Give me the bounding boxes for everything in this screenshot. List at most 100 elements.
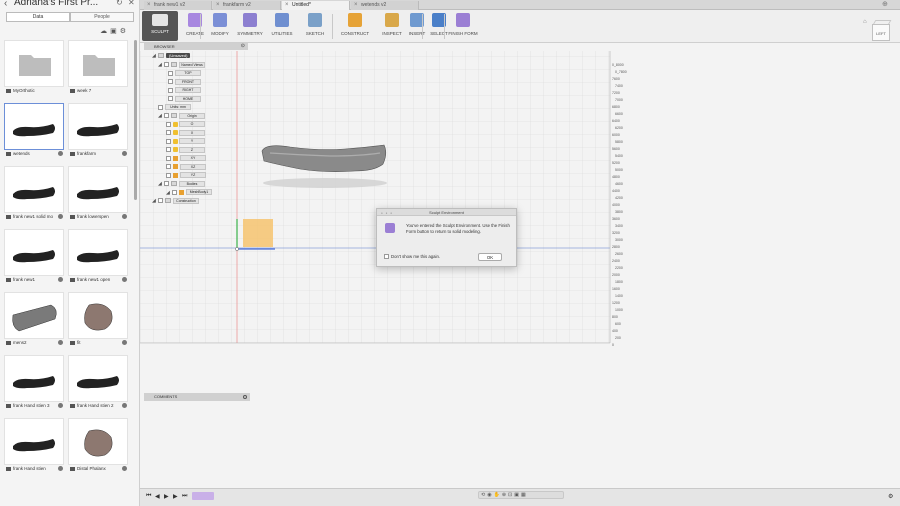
back-arrow-icon[interactable]: ‹ [4,0,7,9]
tab-document-2[interactable]: × frankfarm v2 [213,1,281,10]
file-thumbnail[interactable] [68,418,128,465]
tool-sketch[interactable]: SKETCH [300,13,330,36]
file-card[interactable]: frank new1 [4,229,64,287]
file-card[interactable]: Distal Phalanx [68,418,128,476]
file-card[interactable]: wetends [4,103,64,161]
file-card[interactable]: frankfarm [68,103,128,161]
file-thumbnail[interactable] [68,166,128,213]
browser-node[interactable]: X [166,129,205,137]
file-thumbnail[interactable] [68,229,128,276]
upload-icon[interactable]: ☁ [100,28,110,35]
visibility-icon[interactable] [166,147,171,153]
visibility-icon[interactable] [164,113,169,119]
browser-node[interactable]: YZ [166,172,206,180]
browser-node[interactable]: XY [166,155,206,163]
workspace-switcher[interactable]: SCULPT [142,11,178,41]
visibility-icon[interactable] [168,96,173,102]
file-thumbnail[interactable] [68,355,128,402]
browser-node[interactable]: Units: mm [158,104,191,112]
browser-node[interactable]: ◢ Named Views [158,61,205,69]
close-tab-icon[interactable]: × [354,1,358,9]
browser-root-node[interactable]: ◢ (Unsaved) [152,52,191,60]
info-icon[interactable] [122,403,127,408]
info-icon[interactable] [58,277,63,282]
tab-data[interactable]: Data [6,12,70,22]
close-tab-icon[interactable]: × [216,1,220,9]
tab-people[interactable]: People [70,12,134,22]
pan-icon[interactable]: ✋ [494,492,502,498]
tool-construct[interactable]: CONSTRUCT [340,13,370,36]
info-icon[interactable] [122,214,127,219]
file-card[interactable]: frank Hand stien 2 [68,355,128,413]
browser-node[interactable]: ◢ Construction [152,197,199,205]
comments-toggle-icon[interactable] [243,395,247,399]
file-thumbnail[interactable] [4,103,64,150]
info-icon[interactable] [58,340,63,345]
browser-node[interactable]: ◢ Origin [158,112,205,120]
visibility-icon[interactable] [158,198,163,204]
file-thumbnail[interactable] [68,40,128,87]
tab-overflow-icon[interactable]: ⊕ [882,0,888,8]
browser-node[interactable]: TOP [168,70,201,78]
ok-button[interactable]: OK [478,253,502,261]
browser-header[interactable]: BROWSER ⊙ [144,43,248,50]
visibility-icon[interactable] [166,172,171,178]
settings-gear-icon[interactable]: ⚙ [120,28,129,35]
info-icon[interactable] [122,466,127,471]
browser-node[interactable]: Y [166,138,205,146]
new-folder-icon[interactable]: ▣ [110,28,120,35]
tool-symmetry[interactable]: SYMMETRY [235,13,265,36]
visibility-icon[interactable] [168,87,173,93]
file-card[interactable]: mens2 [4,292,64,350]
visibility-icon[interactable] [168,70,173,76]
visibility-icon[interactable] [166,130,171,136]
visibility-icon[interactable] [158,104,163,110]
3d-viewport[interactable]: 0_8000 0_7800 7600 7400 7200 7000 6800 6600 6400… [140,43,900,488]
visibility-icon[interactable] [164,181,169,187]
close-tab-icon[interactable]: × [285,1,289,9]
file-thumbnail[interactable] [4,40,64,87]
file-card[interactable]: frank lowerspen [68,166,128,224]
panel-scrollbar[interactable] [134,40,137,200]
browser-node[interactable]: HOME [168,95,201,103]
close-tab-icon[interactable]: × [147,1,151,9]
file-thumbnail[interactable] [4,229,64,276]
go-to-end-icon[interactable]: ⏭ [182,493,187,500]
info-icon[interactable] [122,277,127,282]
tool-utilities[interactable]: UTILITIES [267,13,297,36]
go-to-start-icon[interactable]: ⏮ [146,493,151,500]
tool-finish-form[interactable]: FINISH FORM [448,13,478,36]
view-cube[interactable]: ⌂ LEFT [863,19,892,41]
file-thumbnail[interactable] [68,103,128,150]
browser-node[interactable]: Z [166,146,205,154]
file-card[interactable]: week 7 [68,40,128,98]
file-thumbnail[interactable] [4,292,64,339]
visibility-icon[interactable] [166,121,171,127]
file-card[interactable]: frank Hand stien 3 [4,355,64,413]
browser-node[interactable]: ◢ MeshBody1 [166,189,212,197]
info-icon[interactable] [122,151,127,156]
window-controls-icon[interactable]: ● ● ● [381,211,393,215]
file-card[interactable]: frank new1 open [68,229,128,287]
browser-node[interactable]: ◢ Bodies [158,180,205,188]
pin-icon[interactable]: ⊙ [241,43,245,50]
play-icon[interactable]: ▶ [164,493,169,500]
step-back-icon[interactable]: ◀ [155,493,160,500]
info-icon[interactable] [58,151,63,156]
visibility-icon[interactable] [166,164,171,170]
info-icon[interactable] [58,403,63,408]
display-settings-icon[interactable]: ▣ [514,492,521,498]
tab-document-3[interactable]: × Untitled* [282,1,350,10]
visibility-icon[interactable] [168,79,173,85]
file-thumbnail[interactable] [4,355,64,402]
home-view-icon[interactable]: ⌂ [863,19,867,25]
close-panel-icon[interactable]: ✕ [128,0,135,7]
file-thumbnail[interactable] [4,166,64,213]
browser-node[interactable]: RIGHT [168,87,201,95]
file-thumbnail[interactable] [4,418,64,465]
checkbox-box[interactable] [384,254,389,260]
comments-panel[interactable]: COMMENTS [144,393,250,401]
browser-node[interactable]: XZ [166,163,206,171]
file-card[interactable]: frank new1 solid mo [4,166,64,224]
browser-node[interactable]: FRONT [168,78,201,86]
